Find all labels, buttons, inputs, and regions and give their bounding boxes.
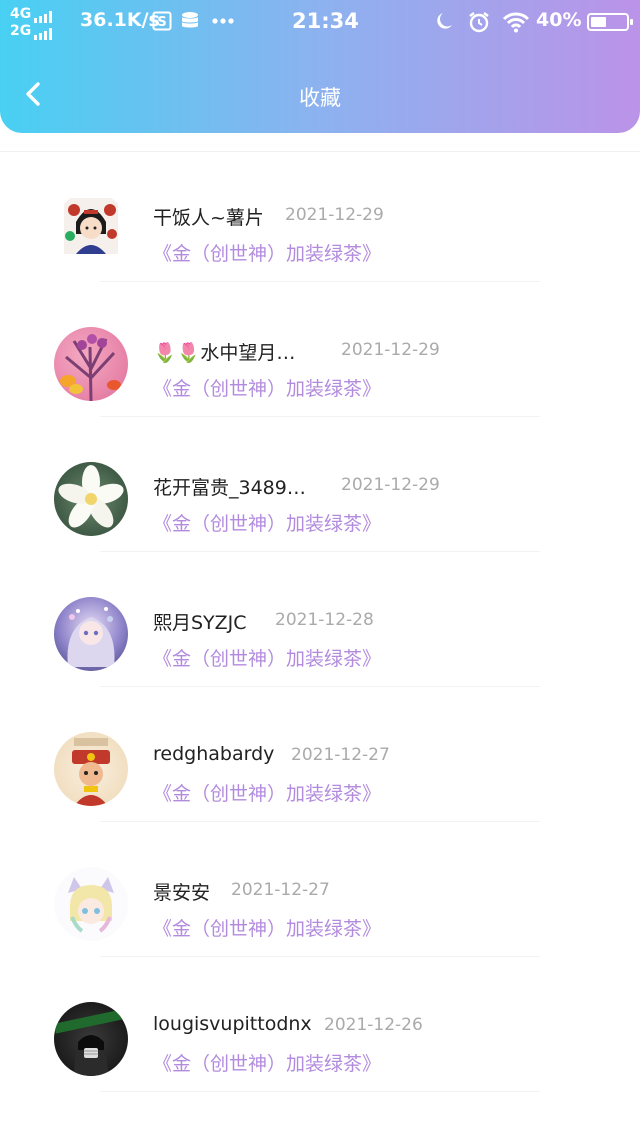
svg-text:S: S: [157, 15, 166, 30]
list-item[interactable]: redghabardy 2021-12-27 《金（创世神）加装绿茶》: [0, 687, 640, 822]
favorite-date: 2021-12-27: [291, 745, 390, 765]
avatar[interactable]: [54, 1002, 128, 1076]
user-name: 景安安: [153, 882, 211, 904]
network-4g-label: 4G: [10, 6, 32, 22]
user-name: redghabardy: [153, 743, 275, 765]
article-link[interactable]: 《金（创世神）加装绿茶》: [153, 644, 381, 671]
wifi-icon: [502, 11, 530, 37]
article-link[interactable]: 《金（创世神）加装绿茶》: [153, 914, 381, 941]
avatar[interactable]: [54, 192, 128, 266]
network-2g-label: 2G: [10, 23, 32, 39]
list-item[interactable]: lougisvupittodnx 2021-12-26 《金（创世神）加装绿茶》: [0, 957, 640, 1092]
database-icon: [180, 11, 200, 35]
signal-icon: [34, 28, 53, 40]
list-item[interactable]: 🌷🌷水中望月… 2021-12-29 《金（创世神）加装绿茶》: [0, 282, 640, 417]
user-name: 花开富贵_3489…: [153, 477, 306, 499]
user-name: 🌷🌷水中望月…: [153, 342, 296, 364]
app-header: 4G 2G 36.1K/s S 21:34 40% 收藏: [0, 0, 640, 133]
favorite-date: 2021-12-28: [275, 610, 374, 630]
battery-level: 40%: [536, 9, 582, 31]
favorite-date: 2021-12-29: [341, 475, 440, 495]
avatar[interactable]: [54, 732, 128, 806]
favorite-date: 2021-12-29: [341, 340, 440, 360]
article-link[interactable]: 《金（创世神）加装绿茶》: [153, 509, 381, 536]
article-link[interactable]: 《金（创世神）加装绿茶》: [153, 779, 381, 806]
user-name: 熙月SYZJC: [153, 612, 247, 634]
favorite-date: 2021-12-27: [231, 880, 330, 900]
alarm-icon: [468, 11, 490, 37]
status-time: 21:34: [292, 9, 359, 33]
status-bar: 4G 2G 36.1K/s S 21:34 40%: [0, 0, 640, 46]
signal-icon: [34, 11, 53, 23]
network-indicator: 4G 2G: [10, 6, 53, 40]
moon-icon: [436, 11, 454, 35]
article-link[interactable]: 《金（创世神）加装绿茶》: [153, 374, 381, 401]
list-item[interactable]: 花开富贵_3489… 2021-12-29 《金（创世神）加装绿茶》: [0, 417, 640, 552]
battery-icon: [587, 13, 633, 31]
more-dots-icon: [212, 13, 234, 32]
user-name: 干饭人~薯片: [153, 207, 264, 229]
list-item[interactable]: 熙月SYZJC 2021-12-28 《金（创世神）加装绿茶》: [0, 552, 640, 687]
avatar[interactable]: [54, 462, 128, 536]
avatar[interactable]: [54, 597, 128, 671]
article-link[interactable]: 《金（创世神）加装绿茶》: [153, 239, 381, 266]
favorite-date: 2021-12-29: [285, 205, 384, 225]
list-item[interactable]: 景安安 2021-12-27 《金（创世神）加装绿茶》: [0, 822, 640, 957]
article-link[interactable]: 《金（创世神）加装绿茶》: [153, 1049, 381, 1076]
favorite-date: 2021-12-26: [324, 1015, 423, 1035]
divider: [100, 1091, 540, 1092]
user-name: lougisvupittodnx: [153, 1013, 312, 1035]
favorites-list: 干饭人~薯片 2021-12-29 《金（创世神）加装绿茶》 🌷🌷水中望月… 2…: [0, 147, 640, 1092]
avatar[interactable]: [54, 867, 128, 941]
network-speed: 36.1K/s: [80, 9, 160, 31]
list-item[interactable]: 干饭人~薯片 2021-12-29 《金（创世神）加装绿茶》: [0, 147, 640, 282]
page-title: 收藏: [299, 86, 341, 110]
avatar[interactable]: [54, 327, 128, 401]
s-badge-icon: S: [152, 11, 172, 35]
